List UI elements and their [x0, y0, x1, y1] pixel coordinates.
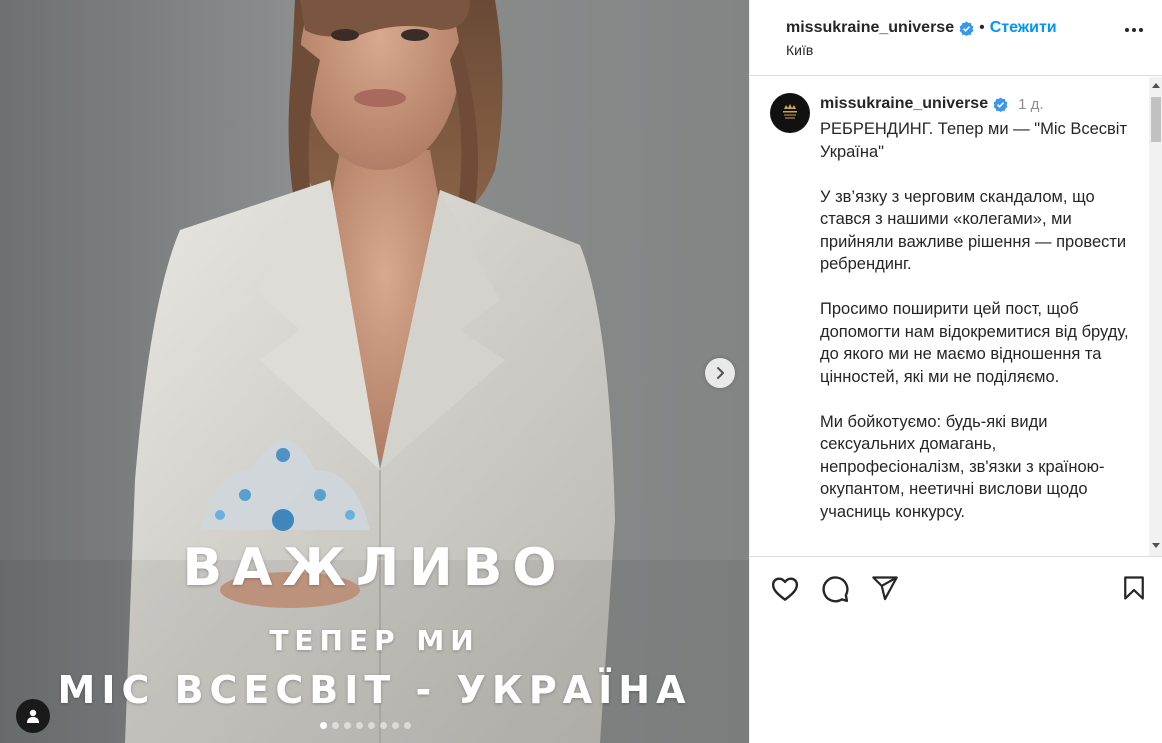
- carousel-dot[interactable]: [368, 722, 375, 729]
- post-timestamp[interactable]: 1 д.: [1018, 96, 1043, 113]
- caption-scrollbar[interactable]: [1149, 77, 1162, 556]
- post-headline: ВАЖЛИВО: [182, 538, 567, 598]
- post-sidebar: missukraine_universe • Стежити Київ miss…: [749, 0, 1162, 743]
- like-button[interactable]: [770, 574, 800, 609]
- carousel-dot[interactable]: [320, 722, 327, 729]
- carousel-dot[interactable]: [356, 722, 363, 729]
- verified-badge-icon: [959, 20, 974, 36]
- comment-button[interactable]: [820, 574, 850, 609]
- carousel-dot[interactable]: [332, 722, 339, 729]
- post-header: missukraine_universe • Стежити Київ: [750, 0, 1162, 76]
- more-options-button[interactable]: [1125, 28, 1143, 32]
- scrollbar-thumb[interactable]: [1151, 97, 1161, 142]
- carousel-dots: [320, 722, 411, 729]
- follow-button[interactable]: Стежити: [990, 19, 1057, 37]
- carousel-dot[interactable]: [404, 722, 411, 729]
- chevron-right-icon: [717, 367, 724, 379]
- caption-area[interactable]: missukraine_universe 1 д. РЕБРЕНДИНГ. Те…: [750, 77, 1162, 557]
- post-location[interactable]: Київ: [786, 42, 813, 58]
- avatar[interactable]: [770, 93, 810, 133]
- scroll-up-arrow-icon[interactable]: [1152, 83, 1160, 88]
- carousel-dot[interactable]: [392, 722, 399, 729]
- caption-username[interactable]: missukraine_universe: [820, 95, 988, 113]
- more-horizontal-icon: [1125, 28, 1129, 32]
- verified-badge-icon: [993, 96, 1008, 112]
- header-user-row: missukraine_universe • Стежити: [786, 19, 1057, 37]
- bookmark-icon: [1124, 576, 1144, 600]
- carousel-dot[interactable]: [344, 722, 351, 729]
- post-actions: [750, 570, 1162, 610]
- header-separator: •: [979, 19, 985, 36]
- caption-user-row: missukraine_universe 1 д.: [820, 95, 1044, 113]
- scroll-down-arrow-icon[interactable]: [1152, 543, 1160, 548]
- header-username[interactable]: missukraine_universe: [786, 19, 954, 37]
- post-title-line: МІС ВСЕСВІТ - УКРАЇНА: [57, 668, 692, 712]
- brand-logo-icon: [783, 104, 797, 119]
- carousel-next-button[interactable]: [705, 358, 735, 388]
- save-button[interactable]: [1120, 574, 1148, 607]
- send-icon: [872, 576, 898, 601]
- heart-icon: [771, 577, 799, 601]
- post-media[interactable]: ВАЖЛИВО ТЕПЕР МИ МІС ВСЕСВІТ - УКРАЇНА: [0, 0, 749, 743]
- share-button[interactable]: [871, 574, 899, 607]
- tagged-users-button[interactable]: [16, 699, 50, 733]
- carousel-dot[interactable]: [380, 722, 387, 729]
- user-icon: [27, 709, 39, 723]
- caption-text: РЕБРЕНДИНГ. Тепер ми — "Міс Всесвіт Укра…: [820, 120, 1129, 521]
- comment-icon: [822, 576, 849, 603]
- post-subheadline: ТЕПЕР МИ: [269, 624, 480, 657]
